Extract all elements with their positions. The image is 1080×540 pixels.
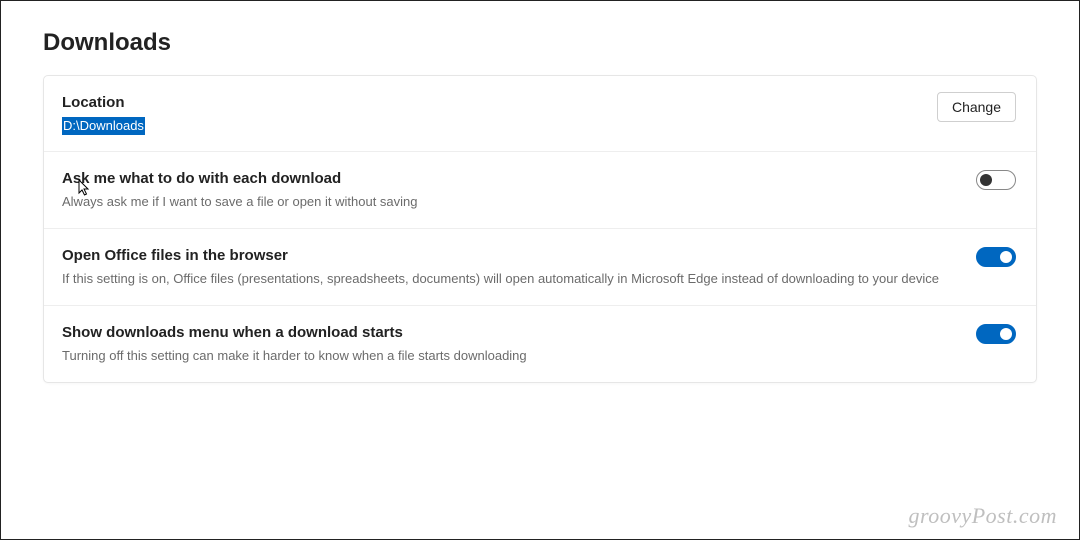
setting-title: Ask me what to do with each download	[62, 168, 956, 189]
toggle-ask-download[interactable]	[976, 170, 1016, 190]
setting-desc: Always ask me if I want to save a file o…	[62, 193, 956, 212]
watermark: groovyPost.com	[908, 503, 1057, 529]
setting-desc: Turning off this setting can make it har…	[62, 347, 956, 366]
location-path: D:\Downloads	[62, 117, 145, 135]
setting-row-ask: Ask me what to do with each download Alw…	[44, 152, 1036, 229]
toggle-office-browser[interactable]	[976, 247, 1016, 267]
downloads-card: Location D:\Downloads Change Ask me what…	[43, 75, 1037, 383]
setting-row-show-menu: Show downloads menu when a download star…	[44, 306, 1036, 382]
setting-row-office: Open Office files in the browser If this…	[44, 229, 1036, 306]
page-title: Downloads	[43, 29, 1037, 57]
setting-desc: If this setting is on, Office files (pre…	[62, 270, 956, 289]
setting-title: Open Office files in the browser	[62, 245, 956, 266]
location-row: Location D:\Downloads Change	[44, 76, 1036, 152]
toggle-show-downloads-menu[interactable]	[976, 324, 1016, 344]
location-label: Location	[62, 92, 917, 113]
change-location-button[interactable]: Change	[937, 92, 1016, 122]
setting-title: Show downloads menu when a download star…	[62, 322, 956, 343]
